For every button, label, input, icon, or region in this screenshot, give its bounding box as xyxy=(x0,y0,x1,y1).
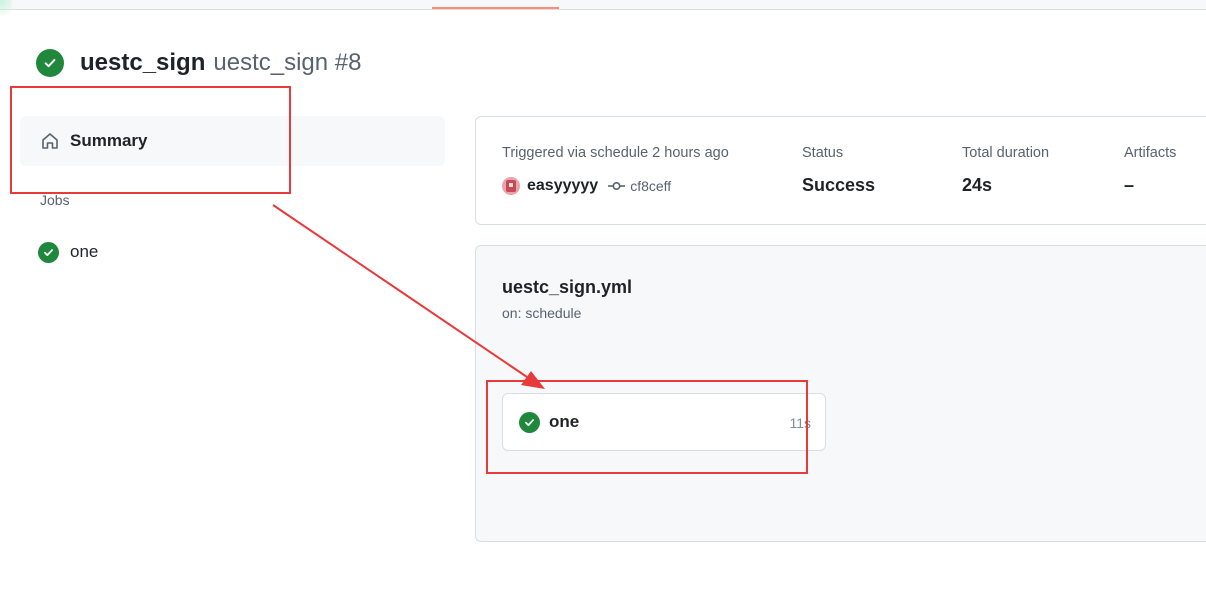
corner-decoration xyxy=(0,0,12,22)
run-label: uestc_sign #8 xyxy=(213,49,362,76)
workflow-trigger: on: schedule xyxy=(502,305,582,321)
trigger-column: Triggered via schedule 2 hours ago easyy… xyxy=(502,145,729,195)
duration-column: Total duration 24s xyxy=(962,145,1050,195)
status-label: Status xyxy=(802,145,844,161)
job-success-icon xyxy=(38,241,59,263)
artifacts-column: Artifacts – xyxy=(1124,145,1177,195)
run-summary-card: Triggered via schedule 2 hours ago easyy… xyxy=(475,116,1206,225)
sidebar-item-summary-label: Summary xyxy=(70,131,148,150)
run-status-success-icon xyxy=(36,49,64,77)
top-navigation-bar xyxy=(0,0,1206,10)
home-icon xyxy=(40,131,60,151)
sidebar-item-summary[interactable]: Summary xyxy=(20,116,445,166)
duration-value: 24s xyxy=(962,175,993,195)
job-card-duration: 11s xyxy=(789,415,811,431)
sidebar-job-one[interactable]: one xyxy=(38,240,98,264)
actor-link[interactable]: easyyyyy xyxy=(527,177,598,195)
commit-sha-link[interactable]: cf8ceff xyxy=(630,178,671,194)
job-card-name: one xyxy=(549,412,580,431)
avatar[interactable] xyxy=(502,177,520,195)
workflow-name: uestc_sign xyxy=(80,49,206,76)
duration-label: Total duration xyxy=(962,145,1050,161)
artifacts-label: Artifacts xyxy=(1124,145,1177,161)
selected-tab-underline xyxy=(432,7,559,9)
trigger-text: Triggered via schedule 2 hours ago xyxy=(502,145,729,161)
workflow-graph-panel: uestc_sign.yml on: schedule one 11s xyxy=(475,245,1206,542)
jobs-heading: Jobs xyxy=(40,192,70,208)
job-card-success-icon xyxy=(519,411,540,433)
sidebar-job-label: one xyxy=(70,242,99,261)
run-header: uestc_sign uestc_sign #8 xyxy=(36,48,362,78)
workflow-file-name: uestc_sign.yml xyxy=(502,277,633,297)
status-column: Status Success xyxy=(802,145,875,195)
job-card-one[interactable]: one 11s xyxy=(502,393,826,451)
trigger-details: easyyyyy cf8ceff xyxy=(502,177,671,195)
status-value: Success xyxy=(802,175,876,195)
git-commit-icon xyxy=(608,180,626,192)
artifacts-value: – xyxy=(1124,175,1135,195)
